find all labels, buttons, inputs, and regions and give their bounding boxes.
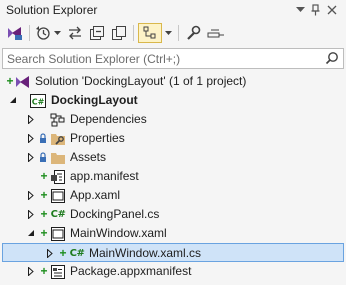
csharp-project-icon: C# <box>30 93 46 108</box>
search-input[interactable] <box>3 49 307 68</box>
toolbar <box>0 20 346 46</box>
tree-item-properties[interactable]: Properties <box>0 129 346 148</box>
collapsed-arrow-icon[interactable] <box>26 190 36 200</box>
collapsed-arrow-icon[interactable] <box>26 114 36 124</box>
tree-item-dockingpanel-cs[interactable]: + C# DockingPanel.cs <box>0 205 346 224</box>
show-all-files-icon[interactable] <box>110 23 128 43</box>
tree-item-label: DockingPanel.cs <box>70 207 160 221</box>
toolbar-separator <box>133 25 134 41</box>
tree-item-label: Properties <box>70 131 125 145</box>
svg-text:C#: C# <box>32 97 45 106</box>
added-status-icon: + <box>59 246 67 260</box>
expanded-arrow-icon[interactable] <box>8 95 18 105</box>
solution-tree: + Solution 'DockingLayout' (1 of 1 proje… <box>0 70 346 285</box>
tree-item-app-manifest[interactable]: + app.manifest <box>0 167 346 186</box>
added-status-icon: + <box>40 264 48 278</box>
collapsed-arrow-icon[interactable] <box>26 152 36 162</box>
lock-icon <box>38 150 48 165</box>
folder-wrench-icon <box>50 131 66 146</box>
vs-switch-views-icon[interactable] <box>4 23 26 43</box>
tree-item-label: App.xaml <box>70 188 121 202</box>
tree-item-label: Assets <box>70 150 107 164</box>
tree-item-package-appxmanifest[interactable]: + Package.appxmanifest <box>0 262 346 281</box>
tree-item-label: Solution 'DockingLayout' (1 of 1 project… <box>35 74 247 88</box>
tree-item-label: DockingLayout <box>51 93 138 107</box>
tree-item-label: MainWindow.xaml.cs <box>89 246 202 260</box>
added-status-icon: + <box>40 188 48 202</box>
csharp-file-icon: C# <box>69 248 85 259</box>
tree-item-solution[interactable]: + Solution 'DockingLayout' (1 of 1 proje… <box>0 72 346 91</box>
chevron-down-icon[interactable] <box>52 23 62 43</box>
tree-item-project[interactable]: C# DockingLayout <box>0 91 346 110</box>
collapsed-arrow-icon[interactable] <box>26 133 36 143</box>
expanded-arrow-icon[interactable] <box>26 228 36 238</box>
tree-item-label: MainWindow.xaml <box>70 226 167 240</box>
chevron-down-icon[interactable] <box>163 23 173 43</box>
tree-item-dependencies[interactable]: Dependencies <box>0 110 346 129</box>
preview-icon[interactable] <box>206 23 226 43</box>
search-icon[interactable] <box>325 51 339 68</box>
pin-icon[interactable] <box>308 2 324 18</box>
added-status-icon: + <box>40 169 48 183</box>
tree-item-app-xaml[interactable]: + App.xaml <box>0 186 346 205</box>
tree-item-label: Package.appxmanifest <box>70 264 192 278</box>
folder-icon <box>50 150 66 165</box>
search-box[interactable] <box>2 48 344 69</box>
title-bar: Solution Explorer <box>0 0 346 20</box>
dependencies-icon <box>50 112 66 127</box>
properties-wrench-icon[interactable] <box>184 23 202 43</box>
added-status-icon: + <box>40 207 48 221</box>
collapsed-arrow-icon[interactable] <box>45 248 55 258</box>
manifest-icon <box>50 169 66 184</box>
view-mode-icon[interactable] <box>138 23 162 43</box>
lock-icon <box>38 131 48 146</box>
added-status-icon: + <box>6 74 14 88</box>
chevron-down-icon[interactable] <box>292 2 308 18</box>
csharp-file-icon: C# <box>50 209 66 220</box>
close-icon[interactable] <box>324 2 340 18</box>
tree-item-mainwindow-xaml[interactable]: + MainWindow.xaml <box>0 224 346 243</box>
tree-item-label: Dependencies <box>70 112 147 126</box>
package-manifest-icon <box>50 264 66 279</box>
window-title: Solution Explorer <box>6 3 98 17</box>
solution-icon <box>15 74 31 89</box>
added-status-icon: + <box>40 226 48 240</box>
collapse-all-icon[interactable] <box>88 23 106 43</box>
tree-item-assets[interactable]: Assets <box>0 148 346 167</box>
collapsed-arrow-icon[interactable] <box>26 266 36 276</box>
tree-item-mainwindow-xaml-cs[interactable]: + C# MainWindow.xaml.cs <box>2 243 344 262</box>
sync-icon[interactable] <box>66 23 84 43</box>
xaml-icon <box>50 188 66 203</box>
collapsed-arrow-icon[interactable] <box>26 209 36 219</box>
toolbar-separator <box>178 25 179 41</box>
toolbar-separator <box>29 25 30 41</box>
tree-item-label: app.manifest <box>70 169 139 183</box>
history-icon[interactable] <box>34 23 52 43</box>
xaml-icon <box>50 226 66 241</box>
